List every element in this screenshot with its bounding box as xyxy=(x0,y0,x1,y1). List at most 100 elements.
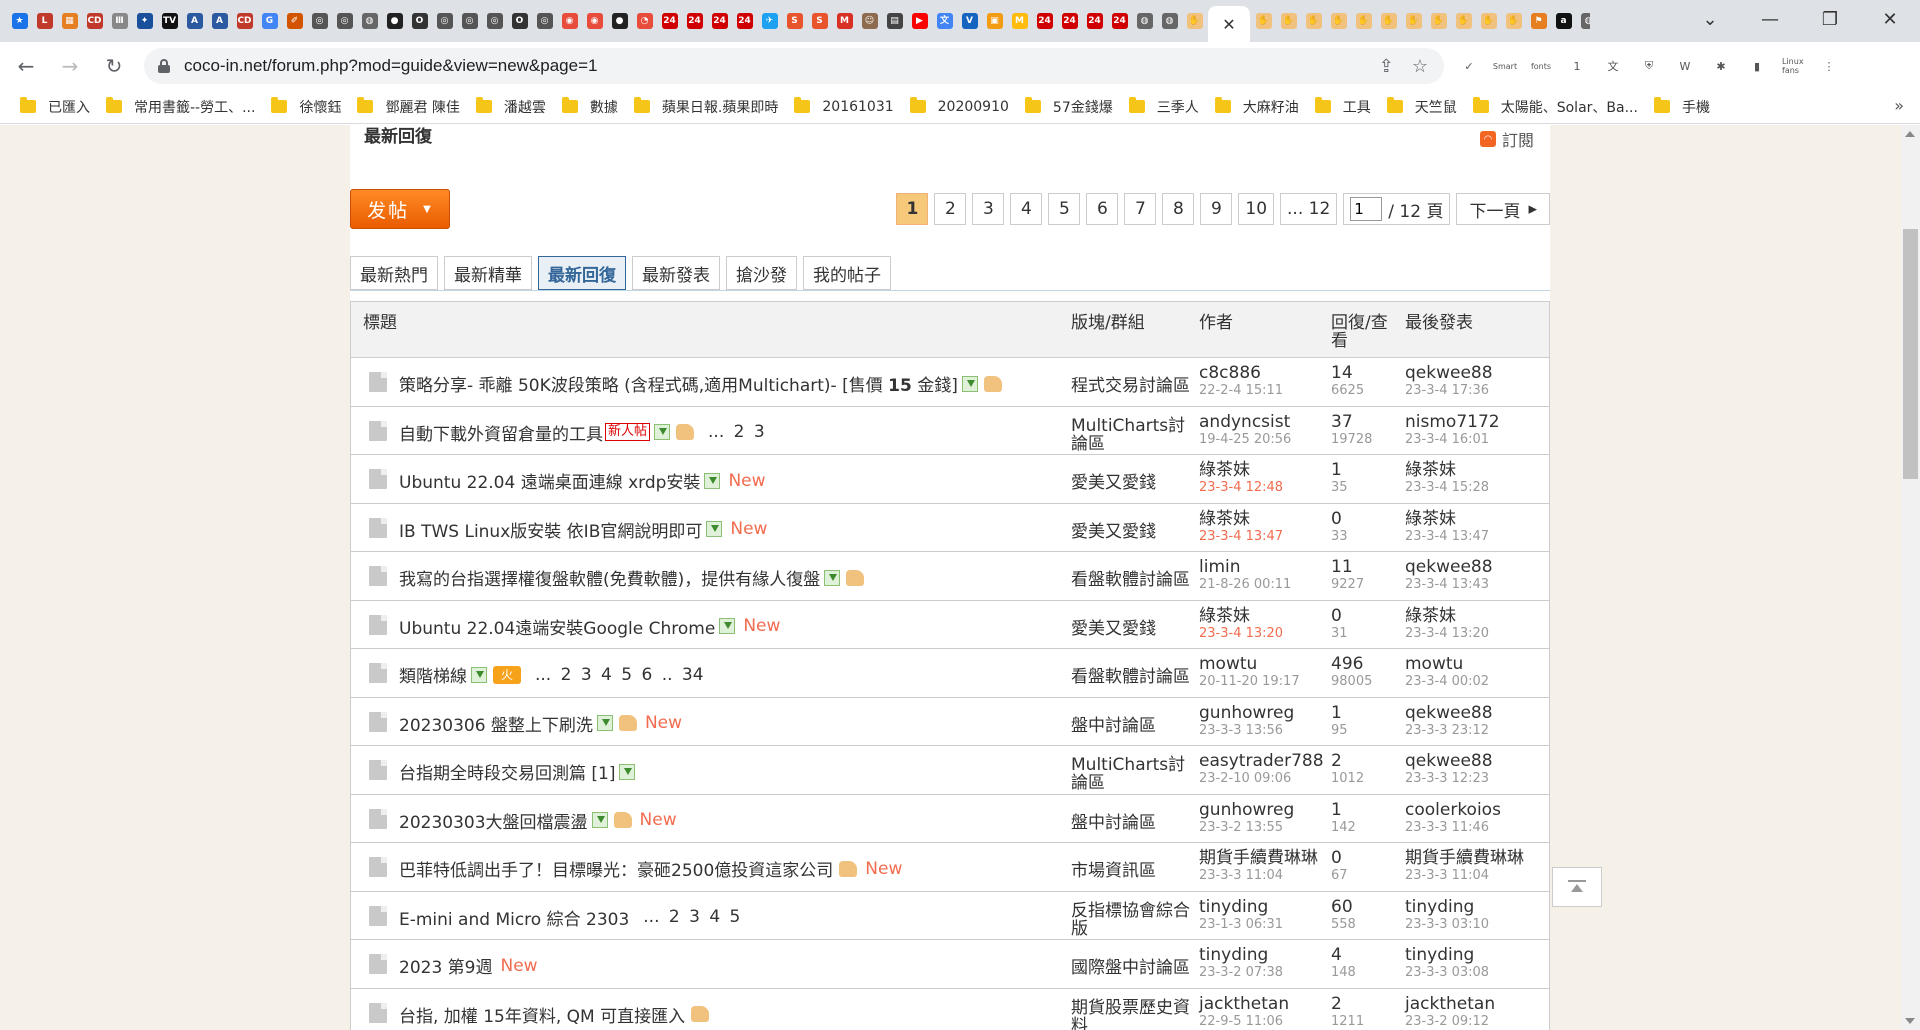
author-name[interactable]: 綠茶妹 xyxy=(1199,509,1339,529)
thread-title-link[interactable]: Ubuntu 22.04遠端安裝Google Chrome xyxy=(399,614,715,639)
browser-tab[interactable]: ✋ xyxy=(1302,6,1325,36)
last-post-date[interactable]: 23-3-3 12:23 xyxy=(1405,771,1545,787)
page-scrollbar[interactable] xyxy=(1901,125,1920,1030)
table-row[interactable]: Ubuntu 22.04遠端安裝Google Chrome New 愛美又愛錢 綠茶妹… xyxy=(351,599,1549,649)
last-post-date[interactable]: 23-3-3 03:08 xyxy=(1405,965,1545,981)
browser-tab[interactable]: ◎ xyxy=(483,6,506,36)
browser-tab[interactable]: 文 xyxy=(933,6,956,36)
new-post-button[interactable]: 发帖 ▼ xyxy=(350,189,450,229)
browser-tab[interactable]: ● xyxy=(383,6,406,36)
browser-tab[interactable]: ✈ xyxy=(758,6,781,36)
last-post-author[interactable]: qekwee88 xyxy=(1405,752,1545,771)
next-page-button[interactable]: 下一頁 ▸ xyxy=(1456,193,1550,225)
forum-link[interactable]: 愛美又愛錢 xyxy=(1071,523,1199,541)
browser-tab[interactable]: ◎ xyxy=(458,6,481,36)
thread-page-links[interactable]: ... 2 3 4 5 6 .. 34 xyxy=(535,665,704,685)
last-post-author[interactable]: jackthetan xyxy=(1405,994,1545,1014)
thread-page-links[interactable]: ... 2 3 4 5 xyxy=(643,907,740,927)
browser-tab[interactable]: ▤ xyxy=(883,6,906,36)
browser-tab[interactable]: O xyxy=(408,6,431,36)
bookmark-folder[interactable]: 蘋果日報.蘋果即時 xyxy=(633,97,778,117)
page-link[interactable]: 3 xyxy=(972,193,1005,225)
last-post-date[interactable]: 23-3-4 13:43 xyxy=(1405,577,1545,593)
thread-title-link[interactable]: 我寫的台指選擇權復盤軟體(免費軟體)，提供有緣人復盤 xyxy=(399,565,820,590)
browser-tab[interactable]: 24 xyxy=(1108,6,1131,36)
thread-title[interactable]: 20230303大盤回檔震盪 New xyxy=(399,808,677,833)
forum-link[interactable]: 程式交易討論區 xyxy=(1071,377,1199,395)
browser-tab[interactable]: ✋ xyxy=(1427,6,1450,36)
last-post-date[interactable]: 23-3-4 13:20 xyxy=(1405,626,1545,642)
page-link[interactable]: 7 xyxy=(1124,193,1157,225)
author-name[interactable]: jackthetan xyxy=(1199,994,1339,1014)
browser-tab[interactable]: G xyxy=(258,6,281,36)
bookmarks-overflow-button[interactable]: » xyxy=(1894,96,1904,115)
browser-tab[interactable]: ◍ xyxy=(1158,6,1181,36)
thread-title-link[interactable]: 20230306 盤整上下刷洗 xyxy=(399,711,593,736)
thread-title-link[interactable]: 策略分享- 乖離 50K波段策略 (含程式碼,適用Multichart)- [售… xyxy=(399,371,958,396)
page-link[interactable]: 1 xyxy=(896,193,929,225)
browser-tab[interactable]: ✋ xyxy=(1327,6,1350,36)
table-row[interactable]: 台指期全時段交易回測篇 [1] MultiCharts討論區 easytrader7… xyxy=(351,745,1549,794)
author-name[interactable]: 綠茶妹 xyxy=(1199,461,1339,480)
thread-title[interactable]: IB TWS Linux版安裝 依IB官網說明即可 New xyxy=(399,517,767,542)
maximize-button[interactable]: ❐ xyxy=(1800,0,1860,38)
thread-page-links[interactable]: ... 2 3 xyxy=(708,422,765,442)
browser-tab[interactable]: A xyxy=(208,6,231,36)
browser-tab[interactable]: ✋ xyxy=(1477,6,1500,36)
bookmark-folder[interactable]: 已匯入 xyxy=(20,97,90,117)
author-name[interactable]: easytrader788 xyxy=(1199,752,1339,771)
browser-tab[interactable]: ◎ xyxy=(333,6,356,36)
browser-tab[interactable]: ◍ xyxy=(358,6,381,36)
browser-tab[interactable]: TV xyxy=(158,6,181,36)
browser-tab[interactable]: ☺ xyxy=(858,6,881,36)
browser-tab[interactable]: ✋ xyxy=(1277,6,1300,36)
bookmark-folder[interactable]: 手機 xyxy=(1653,97,1710,117)
author-name[interactable]: 綠茶妹 xyxy=(1199,606,1339,626)
extension-icon[interactable]: Smart xyxy=(1493,55,1517,77)
browser-tab[interactable]: ✋ xyxy=(1377,6,1400,36)
extension-icon[interactable]: ✱ xyxy=(1710,55,1732,77)
author-name[interactable]: mowtu xyxy=(1199,655,1339,674)
browser-tab[interactable]: ✐ xyxy=(283,6,306,36)
thread-title-link[interactable]: 自動下載外資留倉量的工具 xyxy=(399,420,603,445)
browser-tab[interactable]: 24 xyxy=(658,6,681,36)
bookmark-folder[interactable]: 工具 xyxy=(1314,97,1371,117)
subtab-3[interactable]: 最新發表 xyxy=(632,256,720,290)
thread-title[interactable]: 自動下載外資留倉量的工具 新人帖 ... 2 3 xyxy=(399,420,765,445)
url-text[interactable]: coco-in.net/forum.php?mod=guide&view=new… xyxy=(184,56,597,76)
page-link[interactable]: 5 xyxy=(1048,193,1081,225)
thread-title-link[interactable]: 2023 第9週 xyxy=(399,953,492,978)
forward-button[interactable]: → xyxy=(52,48,88,84)
thread-title-link[interactable]: 巴菲特低調出手了！目標曝光：豪砸2500億投資這家公司 xyxy=(399,856,833,881)
back-button[interactable]: ← xyxy=(8,48,44,84)
last-post-date[interactable]: 23-3-3 03:10 xyxy=(1405,917,1545,933)
minimize-button[interactable]: — xyxy=(1740,0,1800,38)
browser-tab[interactable]: S xyxy=(808,6,831,36)
table-row[interactable]: 20230303大盤回檔震盪 New 盤中討論區 gunhowreg 23-3-2 13… xyxy=(351,793,1549,843)
last-post-author[interactable]: 綠茶妹 xyxy=(1405,606,1545,626)
browser-tab[interactable]: ✋ xyxy=(1452,6,1475,36)
last-post-date[interactable]: 23-3-3 11:46 xyxy=(1405,820,1545,836)
browser-tab[interactable]: V xyxy=(958,6,981,36)
thread-title-link[interactable]: 台指期全時段交易回測篇 [1] xyxy=(399,759,615,784)
forum-link[interactable]: 反指標協會綜合版 xyxy=(1071,902,1199,938)
forum-link[interactable]: MultiCharts討論區 xyxy=(1071,756,1199,792)
bookmark-star-icon[interactable]: ☆ xyxy=(1412,56,1428,77)
forum-link[interactable]: 盤中討論區 xyxy=(1071,717,1199,735)
tab-search-button[interactable]: ⌄ xyxy=(1680,0,1740,38)
last-post-author[interactable]: qekwee88 xyxy=(1405,703,1545,723)
last-post-date[interactable]: 23-3-4 15:28 xyxy=(1405,480,1545,496)
scroll-down-icon[interactable] xyxy=(1905,1018,1915,1024)
extension-icon[interactable]: fonts xyxy=(1530,55,1552,77)
forum-link[interactable]: 盤中討論區 xyxy=(1071,814,1199,832)
back-to-top-button[interactable] xyxy=(1552,867,1602,907)
extension-icon[interactable]: ✓ xyxy=(1458,55,1480,77)
browser-tab[interactable]: ✋ xyxy=(1502,6,1525,36)
forum-link[interactable]: 愛美又愛錢 xyxy=(1071,474,1199,492)
table-row[interactable]: 我寫的台指選擇權復盤軟體(免費軟體)，提供有緣人復盤 看盤軟體討論區 limin 21… xyxy=(351,551,1549,600)
browser-tab[interactable]: ◔ xyxy=(633,6,656,36)
subtab-0[interactable]: 最新熱門 xyxy=(350,256,438,290)
subtab-2[interactable]: 最新回復 xyxy=(538,256,626,290)
browser-tab[interactable]: 24 xyxy=(733,6,756,36)
last-post-date[interactable]: 23-3-3 23:12 xyxy=(1405,723,1545,739)
